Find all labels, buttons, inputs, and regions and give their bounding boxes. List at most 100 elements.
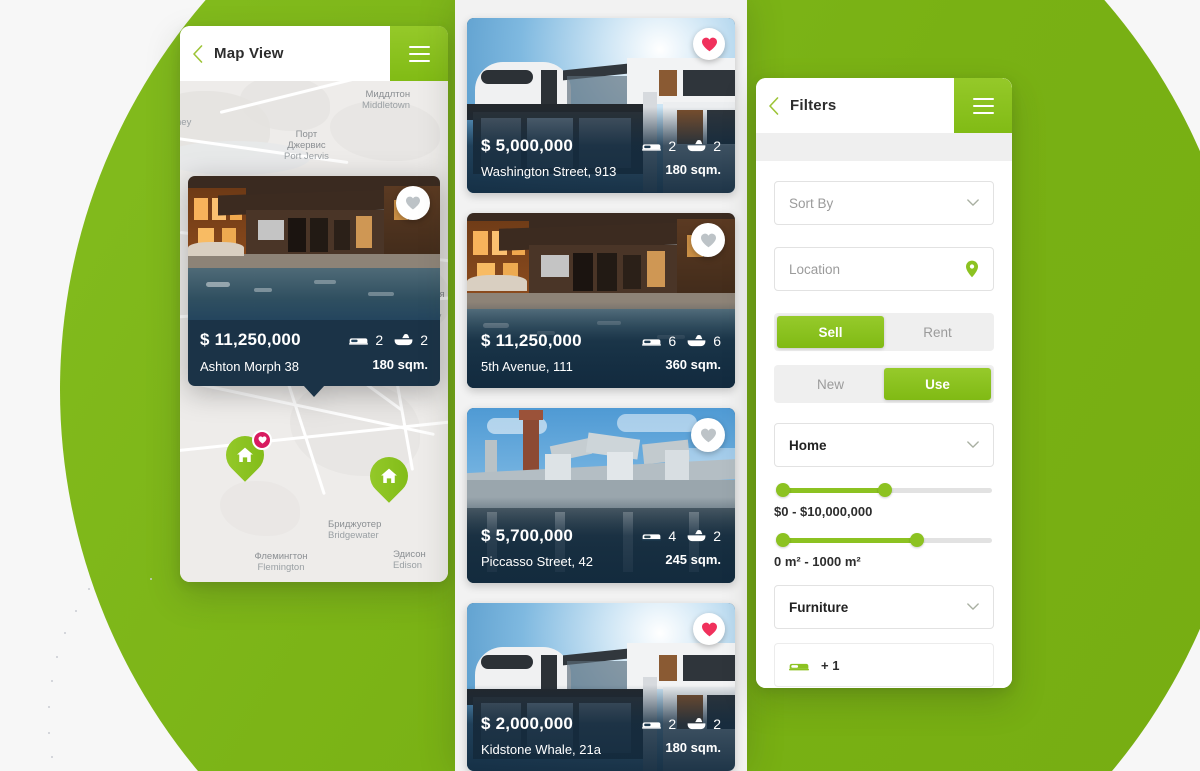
- property-area: 180 sqm.: [665, 739, 721, 755]
- price-range-label: $0 - $10,000,000: [774, 504, 873, 519]
- location-value: Location: [789, 261, 841, 277]
- favorite-button[interactable]: [693, 613, 725, 645]
- property-info: $ 11,250,000 2 2 Ashton Morph 38 180 sqm…: [188, 320, 440, 386]
- map-view-screen: Map View Миддлтон Middletown ey Порт Дже…: [180, 26, 448, 582]
- furniture-select[interactable]: Furniture: [774, 585, 994, 629]
- bed-icon: [642, 339, 662, 346]
- slider-fill: [780, 488, 884, 493]
- map-header: Map View: [180, 26, 448, 81]
- bed-icon: [642, 722, 662, 729]
- sort-by-select[interactable]: Sort By: [774, 181, 994, 225]
- favorite-button[interactable]: [693, 28, 725, 60]
- property-type-value: Home: [789, 437, 827, 453]
- home-icon: [381, 468, 397, 483]
- area-range-label: 0 m² - 1000 m²: [774, 554, 861, 569]
- listing-card[interactable]: $ 5,000,000 2 2 Washington Street, 913 1…: [467, 18, 735, 193]
- price-range-slider[interactable]: [776, 483, 992, 497]
- bath-count: 2: [713, 528, 721, 544]
- map-label-port-jervis: Порт Джервис Port Jervis: [284, 129, 329, 162]
- listings-screen[interactable]: $ 5,000,000 2 2 Washington Street, 913 1…: [455, 0, 747, 771]
- bed-count: 2: [375, 332, 384, 348]
- listing-card[interactable]: $ 2,000,000 2 2 Kidstone Whale, 21a 180 …: [467, 603, 735, 771]
- property-price: $ 11,250,000: [481, 331, 582, 350]
- property-area: 245 sqm.: [665, 551, 721, 567]
- property-area: 180 sqm.: [372, 356, 428, 372]
- property-price: $ 5,700,000: [481, 526, 574, 545]
- page-title: Filters: [790, 97, 837, 114]
- property-price: $ 5,000,000: [481, 136, 574, 155]
- map-property-bubble[interactable]: $ 11,250,000 2 2 Ashton Morph 38 180 sqm…: [188, 176, 440, 397]
- sort-by-value: Sort By: [789, 195, 834, 211]
- slider-knob-max[interactable]: [877, 483, 892, 497]
- menu-button[interactable]: [390, 26, 448, 81]
- extra-amenities-row[interactable]: + 1: [774, 643, 994, 687]
- location-input[interactable]: Location: [774, 247, 994, 291]
- background-dot-trail: [0, 560, 260, 771]
- page-title: Map View: [214, 45, 284, 62]
- map-label-bridgewater: Бриджуотер Bridgewater: [328, 519, 382, 541]
- bed-icon: [642, 144, 662, 151]
- map-pin-flemington[interactable]: [218, 428, 272, 484]
- hamburger-icon-line: [408, 59, 430, 62]
- property-area: 360 sqm.: [665, 356, 721, 372]
- listing-info: $ 11,250,000 6 6 5th Avenue, 111 360 sqm…: [467, 331, 735, 388]
- home-icon: [237, 447, 253, 462]
- bed-count: 6: [668, 333, 677, 349]
- furniture-value: Furniture: [789, 599, 849, 615]
- bath-icon: [687, 717, 706, 730]
- slider-knob-min[interactable]: [776, 533, 790, 547]
- listing-card[interactable]: $ 5,700,000 4 2 Piccasso Street, 42 245 …: [467, 408, 735, 583]
- property-address: Kidstone Whale, 21a: [481, 742, 601, 757]
- property-address: Washington Street, 913: [481, 164, 617, 179]
- bath-count: 2: [713, 138, 721, 154]
- chevron-down-icon: [967, 441, 979, 448]
- area-range-slider[interactable]: [776, 533, 992, 547]
- hamburger-icon-line: [408, 52, 430, 55]
- favorite-badge[interactable]: [252, 430, 272, 450]
- hamburger-icon-line: [972, 111, 994, 114]
- property-type-select[interactable]: Home: [774, 423, 994, 467]
- hamburger-icon-line: [408, 45, 430, 48]
- map-label-ney: ney: [180, 117, 192, 128]
- favorite-button[interactable]: [396, 186, 430, 220]
- menu-button[interactable]: [954, 78, 1012, 133]
- bed-icon: [349, 338, 369, 345]
- listing-card[interactable]: $ 11,250,000 6 6 5th Avenue, 111 360 sqm…: [467, 213, 735, 388]
- chevron-down-icon: [967, 199, 979, 206]
- chevron-left-icon: [192, 44, 202, 63]
- property-specs: 2 2: [642, 716, 721, 732]
- toggle-option-sell[interactable]: Sell: [777, 316, 884, 348]
- favorite-button[interactable]: [691, 223, 725, 257]
- map-canvas[interactable]: Миддлтон Middletown ney Порт Джервис Por…: [180, 81, 448, 582]
- favorite-button[interactable]: [691, 418, 725, 452]
- filters-header: Filters: [756, 78, 1012, 133]
- property-specs: 2 2: [642, 138, 721, 154]
- toggle-option-use[interactable]: Use: [884, 368, 991, 400]
- bath-icon: [687, 334, 706, 347]
- back-button[interactable]: [756, 78, 790, 133]
- property-price: $ 11,250,000: [200, 330, 301, 349]
- hamburger-icon-line: [972, 104, 994, 107]
- condition-toggle[interactable]: New Use: [774, 365, 994, 403]
- filters-screen: Filters Sort By Location Sell Rent New U…: [756, 78, 1012, 688]
- bed-count: 2: [668, 138, 677, 154]
- property-address: 5th Avenue, 111: [481, 359, 573, 374]
- back-button[interactable]: [180, 26, 214, 81]
- bed-icon: [789, 663, 809, 670]
- bath-icon: [687, 529, 706, 542]
- filters-body: Sort By Location Sell Rent New Use Home …: [756, 133, 1012, 688]
- bath-count: 2: [420, 332, 428, 348]
- slider-knob-min[interactable]: [776, 483, 790, 497]
- chevron-down-icon: [967, 603, 979, 610]
- deal-type-toggle[interactable]: Sell Rent: [774, 313, 994, 351]
- property-area: 180 sqm.: [665, 161, 721, 177]
- toggle-option-rent[interactable]: Rent: [884, 316, 991, 348]
- map-pin-icon: [966, 260, 978, 278]
- map-pin-edison[interactable]: [362, 449, 416, 505]
- listing-info: $ 5,000,000 2 2 Washington Street, 913 1…: [467, 136, 735, 193]
- hamburger-icon-line: [972, 97, 994, 100]
- bed-count: 2: [668, 716, 677, 732]
- extra-count-label: + 1: [821, 657, 840, 673]
- slider-knob-max[interactable]: [909, 533, 924, 547]
- toggle-option-new[interactable]: New: [777, 368, 884, 400]
